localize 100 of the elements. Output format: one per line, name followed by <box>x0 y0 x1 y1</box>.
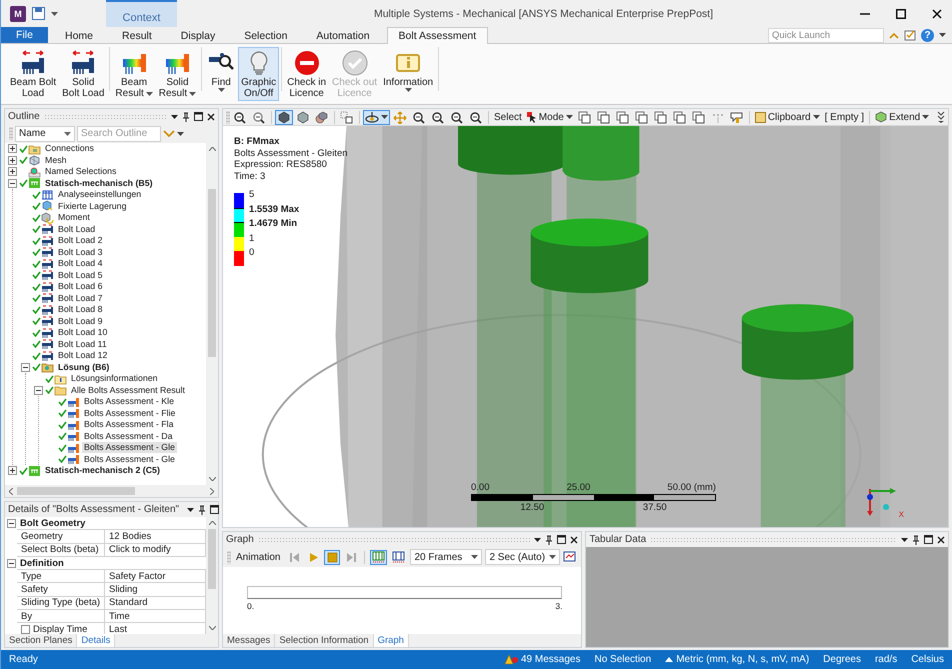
mode-button[interactable]: Mode <box>524 110 575 124</box>
tree-item[interactable]: Named Selections <box>43 166 118 178</box>
ribbon-tab[interactable]: Automation <box>304 27 382 44</box>
expand-toggle[interactable] <box>34 386 43 395</box>
search-field[interactable]: Search Outline <box>77 126 161 142</box>
dropdown-icon[interactable] <box>901 538 908 542</box>
tree-item[interactable]: Lösung (B6) <box>56 362 112 373</box>
scrollbar-thumb[interactable] <box>208 189 216 357</box>
tree-item[interactable]: Bolt Load 7 <box>56 292 105 304</box>
tree-item[interactable]: Mesh <box>43 154 69 166</box>
view-toggle[interactable] <box>390 550 408 564</box>
tree-item[interactable]: Bolt Load 12 <box>56 350 110 362</box>
tool-button[interactable] <box>363 110 390 124</box>
quick-launch-field[interactable]: Quick Launch <box>768 28 884 42</box>
tree-item[interactable]: Bolts Assessment - Gle <box>82 454 177 465</box>
tree-item[interactable]: Bolts Assessment - Fla <box>82 419 176 430</box>
scrollbar[interactable] <box>206 517 218 634</box>
temperature-unit[interactable]: Celsius <box>911 654 944 665</box>
ribbon-tab[interactable]: Selection <box>232 27 300 44</box>
clipboard-button[interactable]: Clipboard <box>752 110 822 124</box>
pin-icon[interactable] <box>182 112 190 122</box>
collapse-toggle[interactable] <box>6 559 16 568</box>
expand-toggle[interactable] <box>8 178 17 188</box>
unit-system[interactable]: Metric (mm, kg, N, s, mV, mA) <box>676 654 810 665</box>
ribbon-button[interactable]: Solid Result <box>156 47 200 101</box>
panel-tab[interactable]: Graph <box>374 634 409 647</box>
tree-item[interactable]: Statisch-mechanisch 2 (C5) <box>43 465 162 476</box>
pin-icon[interactable] <box>545 534 554 544</box>
ribbon-button[interactable]: Beam Bolt Load <box>7 47 60 101</box>
maximize-icon[interactable] <box>924 535 933 544</box>
rotation-unit[interactable]: rad/s <box>874 654 898 665</box>
tool-button[interactable] <box>275 110 293 124</box>
expand-toggle[interactable] <box>8 156 17 165</box>
horizontal-scrollbar[interactable] <box>5 485 218 497</box>
tree-item[interactable]: Statisch-mechanisch (B5) <box>43 178 155 189</box>
tree-item[interactable]: Bolt Load 9 <box>56 316 105 327</box>
dropdown-icon[interactable] <box>534 538 542 542</box>
tree-item[interactable]: Analyseeinstellungen <box>56 189 144 200</box>
ribbon-button[interactable]: Check in Licence <box>284 47 330 101</box>
ribbon-button[interactable]: Find <box>204 47 238 94</box>
tree-item[interactable]: Bolt Load 10 <box>56 327 110 338</box>
expand-toggle[interactable] <box>21 362 30 372</box>
dropdown-icon[interactable] <box>171 114 178 118</box>
save-icon[interactable] <box>32 7 45 20</box>
messages-count[interactable]: 49 Messages <box>521 654 580 665</box>
ribbon-tab[interactable]: Display <box>168 27 228 44</box>
expand-toggle[interactable] <box>8 167 17 176</box>
file-tab[interactable]: File <box>1 27 48 43</box>
tree-item[interactable]: Bolts Assessment - Kle <box>82 396 176 408</box>
expand-toggle[interactable] <box>8 466 17 476</box>
ribbon-button[interactable]: Information <box>380 47 436 94</box>
scrollbar-thumb[interactable] <box>17 487 135 495</box>
tree-item[interactable]: Bolts Assessment - Flie <box>82 408 178 419</box>
tree-item[interactable]: Bolt Load 11 <box>56 338 109 350</box>
collapse-toggle[interactable] <box>6 519 16 528</box>
ribbon-button[interactable]: Beam Result <box>112 47 156 101</box>
ribbon-button[interactable]: Graphic On/Off <box>238 47 280 101</box>
close-icon[interactable] <box>570 536 578 544</box>
tree-item[interactable]: Alle Bolts Assessment Result <box>69 384 187 396</box>
column-dropdown[interactable]: Name <box>15 126 75 142</box>
expand-toggle[interactable] <box>8 144 17 154</box>
select-button[interactable]: Select <box>492 110 524 124</box>
duration-dropdown[interactable]: 2 Sec (Auto) <box>485 549 560 565</box>
maximize-icon[interactable] <box>557 535 566 544</box>
tree-item[interactable]: Bolts Assessment - Gle <box>82 442 177 454</box>
help-icon[interactable]: ? <box>921 28 934 42</box>
maximize-icon[interactable] <box>210 505 220 514</box>
tree-item[interactable]: Lösungsinformationen <box>69 373 160 384</box>
panel-tab[interactable]: Messages <box>223 634 276 647</box>
view-toggle[interactable] <box>370 550 388 564</box>
ribbon-tab[interactable]: Result <box>110 27 164 44</box>
pin-icon[interactable] <box>912 534 920 544</box>
frames-dropdown[interactable]: 20 Frames <box>410 549 482 565</box>
tree-item[interactable]: Bolt Load 3 <box>56 246 105 258</box>
tree-item[interactable]: Bolt Load 2 <box>56 235 105 246</box>
ribbon-tab[interactable]: Bolt Assessment <box>386 27 488 44</box>
export-icon[interactable] <box>563 551 578 563</box>
scrollbar-thumb[interactable] <box>208 529 216 589</box>
panel-tab[interactable]: Details <box>77 634 116 647</box>
checkbox[interactable] <box>21 625 30 634</box>
maximize-icon[interactable] <box>194 112 203 121</box>
ribbon-button[interactable]: Solid Bolt Load <box>59 47 108 101</box>
pin-icon[interactable] <box>198 504 206 514</box>
close-icon[interactable] <box>937 536 945 544</box>
animation-button[interactable] <box>324 550 340 564</box>
tree-item[interactable]: Bolt Load 5 <box>56 270 105 281</box>
tree-item[interactable]: Bolts Assessment - Da <box>82 430 174 442</box>
overflow-icon[interactable] <box>937 111 945 123</box>
timeline-track[interactable] <box>247 586 562 599</box>
tree-item[interactable]: Connections <box>43 143 96 154</box>
tree-item[interactable]: Bolt Load 4 <box>56 258 105 270</box>
feedback-icon[interactable] <box>904 29 916 41</box>
angle-unit[interactable]: Degrees <box>823 654 861 665</box>
dropdown-icon[interactable] <box>187 508 194 512</box>
tree-item[interactable]: Bolt Load 8 <box>56 304 105 316</box>
close-icon[interactable] <box>207 112 215 120</box>
ribbon-tab[interactable]: Home <box>53 27 106 44</box>
tree-item[interactable]: Bolt Load 6 <box>56 281 105 292</box>
tree-item[interactable]: Bolt Load <box>56 224 98 235</box>
extend-button[interactable]: Extend <box>873 110 932 124</box>
